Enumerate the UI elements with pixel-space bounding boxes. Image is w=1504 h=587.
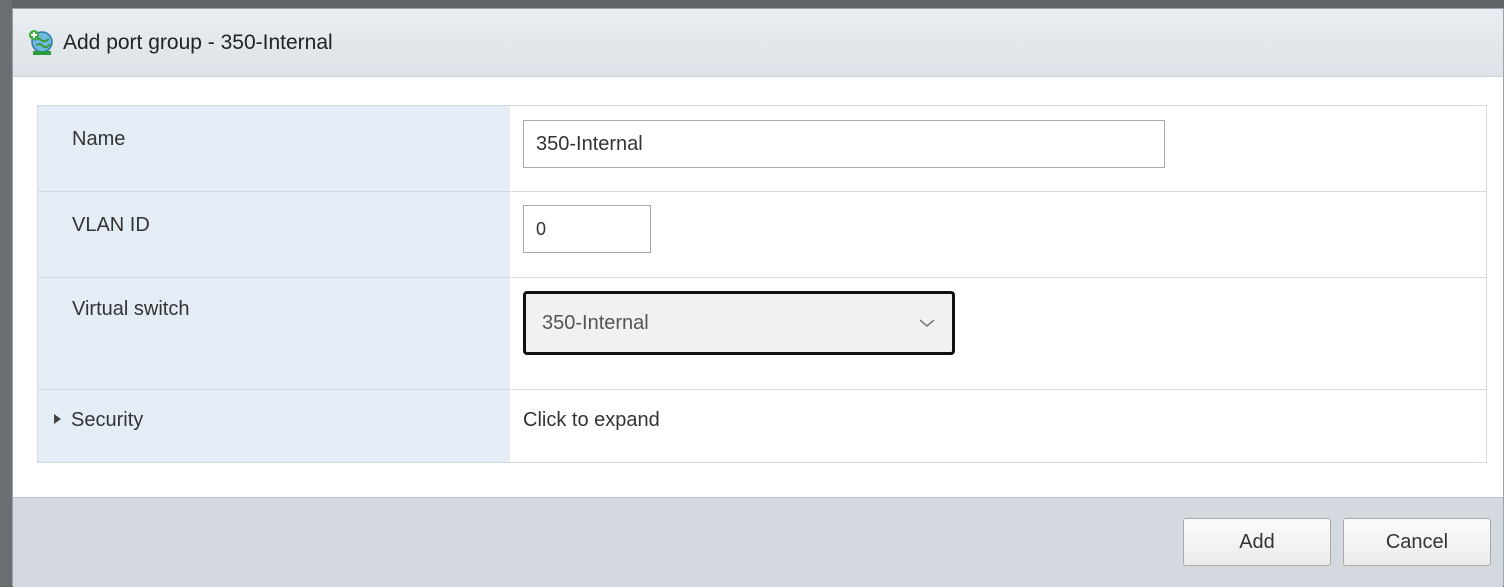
vlan-id-input[interactable]	[523, 205, 651, 253]
name-label: Name	[38, 106, 510, 191]
add-port-group-dialog: Add port group - 350-Internal Name VLAN …	[12, 8, 1504, 587]
dialog-titlebar: Add port group - 350-Internal	[13, 9, 1503, 77]
chevron-down-icon	[918, 312, 936, 335]
name-input[interactable]	[523, 120, 1165, 168]
security-label: Security	[71, 409, 144, 431]
vlan-id-label: VLAN ID	[38, 192, 510, 277]
row-vlan-id: VLAN ID	[38, 192, 1486, 278]
expand-triangle-icon[interactable]	[54, 413, 61, 424]
virtual-switch-select[interactable]: 350-Internal	[523, 291, 955, 355]
add-port-group-icon	[27, 29, 55, 57]
name-value-cell	[510, 106, 1486, 191]
cancel-button[interactable]: Cancel	[1343, 518, 1491, 566]
virtual-switch-selected-value: 350-Internal	[542, 311, 649, 334]
security-expand-text[interactable]: Click to expand	[510, 390, 1486, 462]
add-button[interactable]: Add	[1183, 518, 1331, 566]
backdrop	[0, 0, 12, 586]
virtual-switch-label: Virtual switch	[38, 278, 510, 389]
row-virtual-switch: Virtual switch 350-Internal	[38, 278, 1486, 390]
virtual-switch-value-cell: 350-Internal	[510, 278, 1486, 389]
row-name: Name	[38, 106, 1486, 192]
dialog-title: Add port group - 350-Internal	[63, 30, 333, 54]
form-table: Name VLAN ID Virtual switch 350-Internal	[37, 105, 1487, 463]
security-label-cell[interactable]: Security	[38, 390, 510, 462]
dialog-footer: Add Cancel	[13, 497, 1503, 587]
row-security[interactable]: Security Click to expand	[38, 390, 1486, 462]
vlan-id-value-cell	[510, 192, 1486, 277]
